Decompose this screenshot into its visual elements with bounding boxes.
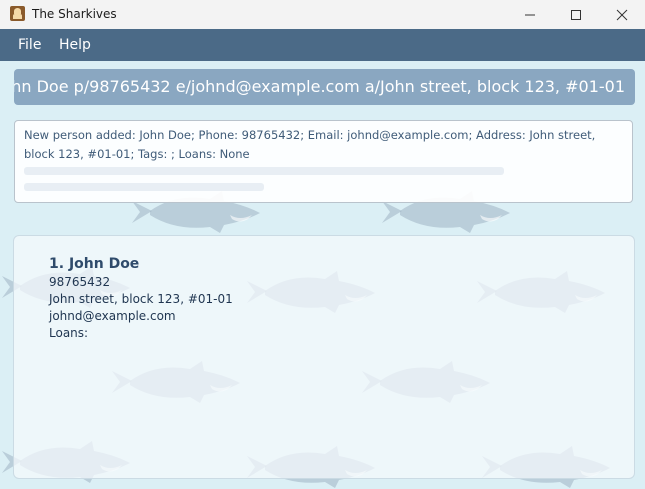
- maximize-icon: [571, 9, 581, 20]
- person-phone: 98765432: [49, 275, 111, 289]
- ghost-line: [24, 183, 264, 191]
- ghost-line: [24, 167, 504, 175]
- person-loans: Loans:: [49, 326, 89, 340]
- result-message: New person added: John Doe; Phone: 98765…: [24, 128, 596, 161]
- title-bar: The Sharkives: [0, 0, 645, 29]
- minimize-icon: [525, 14, 535, 15]
- person-address: John street, block 123, #01-01: [49, 292, 233, 306]
- main-content: d n/John Doe p/98765432 e/johnd@example.…: [0, 61, 645, 489]
- person-card[interactable]: 1. John Doe 98765432 John street, block …: [49, 256, 233, 340]
- person-name-line: 1. John Doe: [49, 256, 233, 272]
- person-list: 1. John Doe 98765432 John street, block …: [13, 235, 635, 479]
- maximize-button[interactable]: [553, 0, 599, 29]
- result-display: New person added: John Doe; Phone: 98765…: [14, 120, 633, 203]
- person-index: 1.: [49, 256, 65, 272]
- window-title: The Sharkives: [32, 7, 117, 21]
- command-box[interactable]: d n/John Doe p/98765432 e/johnd@example.…: [14, 69, 635, 105]
- app-icon: [10, 6, 25, 21]
- person-name: John Doe: [68, 256, 140, 272]
- menu-file[interactable]: File: [18, 37, 41, 53]
- close-button[interactable]: [599, 0, 645, 29]
- person-email: johnd@example.com: [49, 309, 176, 323]
- close-icon: [616, 9, 628, 20]
- minimize-button[interactable]: [507, 0, 553, 29]
- menu-help[interactable]: Help: [59, 37, 91, 53]
- menu-bar: File Help: [0, 29, 645, 61]
- command-input[interactable]: d n/John Doe p/98765432 e/johnd@example.…: [14, 77, 625, 96]
